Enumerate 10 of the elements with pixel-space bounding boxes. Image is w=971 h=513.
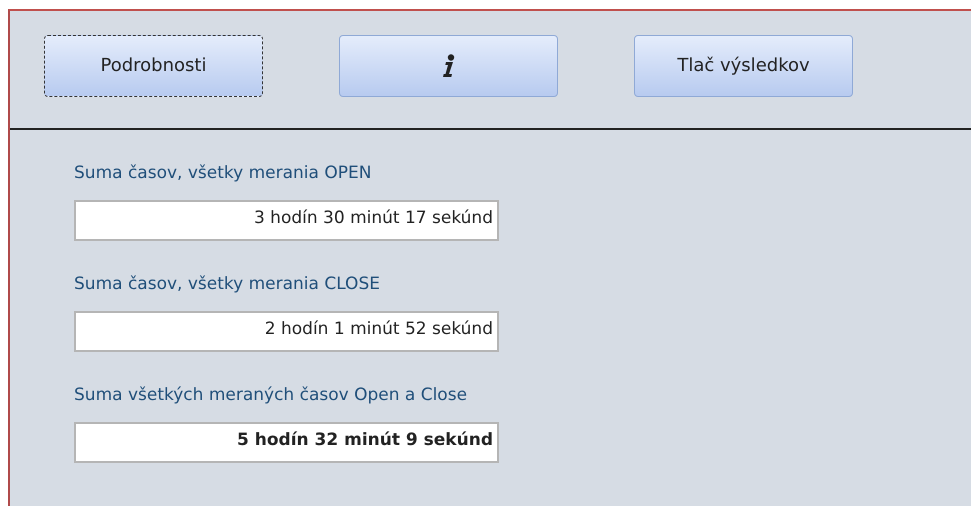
time-field[interactable]: 2 hodín 1 minút 52 sekúnd [74,311,499,352]
info-icon [442,54,456,78]
info-button[interactable] [339,34,558,96]
time-field[interactable]: 5 hodín 32 minút 9 sekúnd [74,422,499,463]
field-label: Suma časov, všetky merania OPEN [74,162,372,185]
time-field[interactable]: 3 hodín 30 minút 17 sekúnd [74,200,499,241]
action-button[interactable]: Podrobnosti [44,34,263,96]
field-label: Suma všetkých meraných časov Open a Close [74,384,468,407]
field-label: Suma časov, všetky merania CLOSE [74,273,381,296]
action-button[interactable]: Tlač výsledkov [634,34,853,96]
